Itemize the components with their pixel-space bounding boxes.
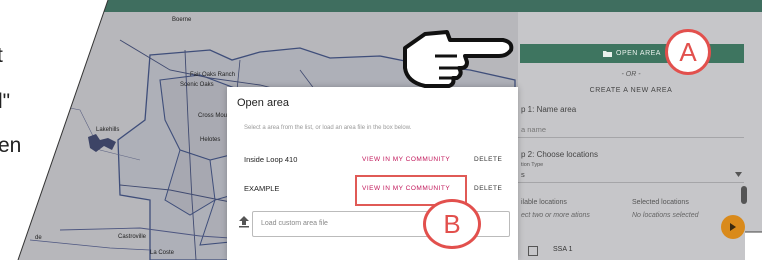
- clip-edge-lines: [17, 0, 762, 260]
- pointing-hand-icon: [403, 30, 514, 88]
- callout-b-label: B: [443, 208, 461, 239]
- callout-a: A: [665, 29, 711, 75]
- callout-a-label: A: [679, 36, 697, 67]
- callout-b: B: [423, 199, 481, 249]
